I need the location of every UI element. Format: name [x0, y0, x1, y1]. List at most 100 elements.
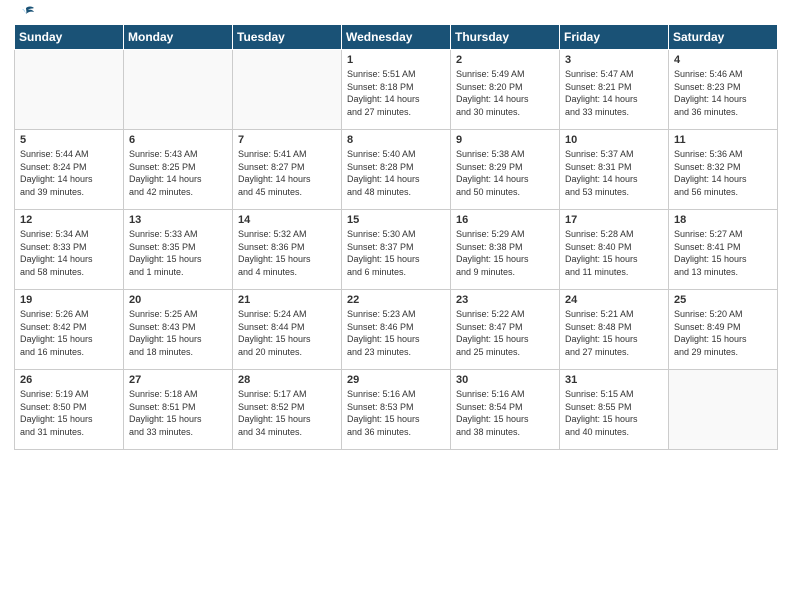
calendar-cell: 2Sunrise: 5:49 AM Sunset: 8:20 PM Daylig… [451, 50, 560, 130]
cell-date-number: 1 [347, 54, 445, 66]
calendar-week-row: 26 Sunrise: 5:19 AM Sunset: 8:50 PM Dayli… [15, 370, 778, 450]
calendar-cell: 13 Sunrise: 5:33 AM Sunset: 8:35 PM Dayli… [124, 210, 233, 290]
cell-date-number: 23 [456, 294, 554, 306]
calendar-cell: 3 Sunrise: 5:47 AM Sunset: 8:21 PM Daylig… [560, 50, 669, 130]
cell-date-number: 12 [20, 214, 118, 226]
cell-info-text: Sunrise: 5:28 AM Sunset: 8:40 PM Dayligh… [565, 228, 663, 278]
calendar-cell: 23 Sunrise: 5:22 AM Sunset: 8:47 PM Dayli… [451, 290, 560, 370]
cell-date-number: 20 [129, 294, 227, 306]
cell-info-text: Sunrise: 5:40 AM Sunset: 8:28 PM Dayligh… [347, 148, 445, 198]
calendar-cell: 28 Sunrise: 5:17 AM Sunset: 8:52 PM Dayli… [233, 370, 342, 450]
cell-date-number: 6 [129, 134, 227, 146]
weekday-header-wednesday: Wednesday [342, 25, 451, 50]
cell-info-text: Sunrise: 5:33 AM Sunset: 8:35 PM Dayligh… [129, 228, 227, 278]
calendar-cell: 9Sunrise: 5:38 AM Sunset: 8:29 PM Daylig… [451, 130, 560, 210]
cell-info-text: Sunrise: 5:43 AM Sunset: 8:25 PM Dayligh… [129, 148, 227, 198]
cell-date-number: 10 [565, 134, 663, 146]
cell-date-number: 26 [20, 374, 118, 386]
calendar-cell: 26 Sunrise: 5:19 AM Sunset: 8:50 PM Dayli… [15, 370, 124, 450]
cell-date-number: 27 [129, 374, 227, 386]
calendar-cell: 22Sunrise: 5:23 AM Sunset: 8:46 PM Dayli… [342, 290, 451, 370]
weekday-header-thursday: Thursday [451, 25, 560, 50]
cell-date-number: 4 [674, 54, 772, 66]
cell-date-number: 15 [347, 214, 445, 226]
calendar-cell: 20 Sunrise: 5:25 AM Sunset: 8:43 PM Dayli… [124, 290, 233, 370]
cell-date-number: 17 [565, 214, 663, 226]
cell-date-number: 28 [238, 374, 336, 386]
cell-info-text: Sunrise: 5:18 AM Sunset: 8:51 PM Dayligh… [129, 388, 227, 438]
cell-info-text: Sunrise: 5:30 AM Sunset: 8:37 PM Dayligh… [347, 228, 445, 278]
calendar-cell [233, 50, 342, 130]
calendar-cell: 14Sunrise: 5:32 AM Sunset: 8:36 PM Dayli… [233, 210, 342, 290]
cell-info-text: Sunrise: 5:44 AM Sunset: 8:24 PM Dayligh… [20, 148, 118, 198]
cell-info-text: Sunrise: 5:19 AM Sunset: 8:50 PM Dayligh… [20, 388, 118, 438]
calendar-cell: 16 Sunrise: 5:29 AM Sunset: 8:38 PM Dayli… [451, 210, 560, 290]
cell-info-text: Sunrise: 5:23 AM Sunset: 8:46 PM Dayligh… [347, 308, 445, 358]
calendar-cell: 5 Sunrise: 5:44 AM Sunset: 8:24 PM Daylig… [15, 130, 124, 210]
calendar-cell: 18 Sunrise: 5:27 AM Sunset: 8:41 PM Dayli… [669, 210, 778, 290]
calendar-cell: 4 Sunrise: 5:46 AM Sunset: 8:23 PM Daylig… [669, 50, 778, 130]
calendar-week-row: 19Sunrise: 5:26 AM Sunset: 8:42 PM Dayli… [15, 290, 778, 370]
calendar-cell: 7Sunrise: 5:41 AM Sunset: 8:27 PM Daylig… [233, 130, 342, 210]
logo-bird-icon [16, 6, 36, 22]
calendar-cell: 15 Sunrise: 5:30 AM Sunset: 8:37 PM Dayli… [342, 210, 451, 290]
cell-info-text: Sunrise: 5:46 AM Sunset: 8:23 PM Dayligh… [674, 68, 772, 118]
cell-info-text: Sunrise: 5:38 AM Sunset: 8:29 PM Dayligh… [456, 148, 554, 198]
cell-date-number: 2 [456, 54, 554, 66]
cell-info-text: Sunrise: 5:25 AM Sunset: 8:43 PM Dayligh… [129, 308, 227, 358]
cell-info-text: Sunrise: 5:26 AM Sunset: 8:42 PM Dayligh… [20, 308, 118, 358]
cell-date-number: 3 [565, 54, 663, 66]
cell-info-text: Sunrise: 5:51 AM Sunset: 8:18 PM Dayligh… [347, 68, 445, 118]
logo [14, 10, 36, 18]
calendar-cell [15, 50, 124, 130]
calendar-cell: 27 Sunrise: 5:18 AM Sunset: 8:51 PM Dayli… [124, 370, 233, 450]
calendar-cell: 17 Sunrise: 5:28 AM Sunset: 8:40 PM Dayli… [560, 210, 669, 290]
cell-date-number: 30 [456, 374, 554, 386]
weekday-header-sunday: Sunday [15, 25, 124, 50]
weekday-header-monday: Monday [124, 25, 233, 50]
calendar-cell: 30 Sunrise: 5:16 AM Sunset: 8:54 PM Dayli… [451, 370, 560, 450]
cell-date-number: 29 [347, 374, 445, 386]
cell-date-number: 5 [20, 134, 118, 146]
cell-info-text: Sunrise: 5:34 AM Sunset: 8:33 PM Dayligh… [20, 228, 118, 278]
header [14, 10, 778, 18]
calendar-cell: 29 Sunrise: 5:16 AM Sunset: 8:53 PM Dayli… [342, 370, 451, 450]
calendar-cell: 21 Sunrise: 5:24 AM Sunset: 8:44 PM Dayli… [233, 290, 342, 370]
calendar-week-row: 12 Sunrise: 5:34 AM Sunset: 8:33 PM Dayli… [15, 210, 778, 290]
calendar-cell: 10 Sunrise: 5:37 AM Sunset: 8:31 PM Dayli… [560, 130, 669, 210]
cell-info-text: Sunrise: 5:32 AM Sunset: 8:36 PM Dayligh… [238, 228, 336, 278]
cell-info-text: Sunrise: 5:17 AM Sunset: 8:52 PM Dayligh… [238, 388, 336, 438]
calendar-cell: 1 Sunrise: 5:51 AM Sunset: 8:18 PM Daylig… [342, 50, 451, 130]
calendar-cell [669, 370, 778, 450]
cell-info-text: Sunrise: 5:24 AM Sunset: 8:44 PM Dayligh… [238, 308, 336, 358]
cell-info-text: Sunrise: 5:37 AM Sunset: 8:31 PM Dayligh… [565, 148, 663, 198]
calendar-cell: 25 Sunrise: 5:20 AM Sunset: 8:49 PM Dayli… [669, 290, 778, 370]
calendar-week-row: 1 Sunrise: 5:51 AM Sunset: 8:18 PM Daylig… [15, 50, 778, 130]
cell-info-text: Sunrise: 5:47 AM Sunset: 8:21 PM Dayligh… [565, 68, 663, 118]
cell-date-number: 25 [674, 294, 772, 306]
calendar-cell [124, 50, 233, 130]
cell-date-number: 18 [674, 214, 772, 226]
cell-date-number: 8 [347, 134, 445, 146]
cell-date-number: 7 [238, 134, 336, 146]
cell-info-text: Sunrise: 5:20 AM Sunset: 8:49 PM Dayligh… [674, 308, 772, 358]
calendar-cell: 8 Sunrise: 5:40 AM Sunset: 8:28 PM Daylig… [342, 130, 451, 210]
cell-info-text: Sunrise: 5:29 AM Sunset: 8:38 PM Dayligh… [456, 228, 554, 278]
cell-date-number: 21 [238, 294, 336, 306]
cell-date-number: 31 [565, 374, 663, 386]
calendar-cell: 6 Sunrise: 5:43 AM Sunset: 8:25 PM Daylig… [124, 130, 233, 210]
cell-date-number: 24 [565, 294, 663, 306]
cell-date-number: 16 [456, 214, 554, 226]
cell-info-text: Sunrise: 5:16 AM Sunset: 8:53 PM Dayligh… [347, 388, 445, 438]
calendar-cell: 31 Sunrise: 5:15 AM Sunset: 8:55 PM Dayli… [560, 370, 669, 450]
cell-info-text: Sunrise: 5:15 AM Sunset: 8:55 PM Dayligh… [565, 388, 663, 438]
calendar-cell: 24Sunrise: 5:21 AM Sunset: 8:48 PM Dayli… [560, 290, 669, 370]
calendar-cell: 11Sunrise: 5:36 AM Sunset: 8:32 PM Dayli… [669, 130, 778, 210]
cell-info-text: Sunrise: 5:27 AM Sunset: 8:41 PM Dayligh… [674, 228, 772, 278]
cell-info-text: Sunrise: 5:16 AM Sunset: 8:54 PM Dayligh… [456, 388, 554, 438]
cell-date-number: 13 [129, 214, 227, 226]
weekday-header-row: SundayMondayTuesdayWednesdayThursdayFrid… [15, 25, 778, 50]
calendar-week-row: 5 Sunrise: 5:44 AM Sunset: 8:24 PM Daylig… [15, 130, 778, 210]
cell-info-text: Sunrise: 5:22 AM Sunset: 8:47 PM Dayligh… [456, 308, 554, 358]
cell-info-text: Sunrise: 5:36 AM Sunset: 8:32 PM Dayligh… [674, 148, 772, 198]
